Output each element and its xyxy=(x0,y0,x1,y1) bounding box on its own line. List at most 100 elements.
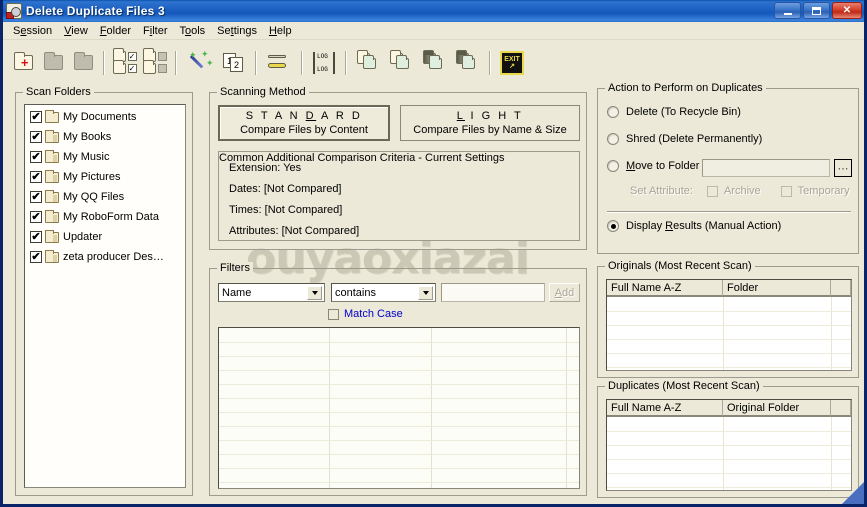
list-item[interactable]: ✔ My Documents xyxy=(25,107,185,127)
duplicates-column-fullname[interactable]: Full Name A-Z xyxy=(607,400,723,417)
checkbox-checked-icon[interactable]: ✔ xyxy=(30,131,42,143)
toolbar-export-duplicates-button[interactable] xyxy=(452,48,483,78)
scanning-method-legend: Scanning Method xyxy=(217,86,309,98)
toolbar-copy-duplicates-button[interactable] xyxy=(386,48,417,78)
menu-view[interactable]: View xyxy=(58,23,94,39)
duplicates-group: Duplicates (Most Recent Scan) Full Name … xyxy=(597,380,859,498)
list-item[interactable]: ✔ My RoboForm Data xyxy=(25,207,185,227)
folder-icon xyxy=(45,249,59,263)
action-option-move[interactable]: Move to Folder xyxy=(607,160,699,172)
toolbar-check-all-button[interactable]: ✓ ✓ xyxy=(111,48,139,78)
folders-uncheck-icon xyxy=(142,48,168,74)
standard-method-subtitle: Compare Files by Content xyxy=(240,124,368,136)
toolbar-uncheck-all-button[interactable] xyxy=(141,48,169,78)
criteria-times: Times: [Not Compared] xyxy=(229,204,343,216)
temporary-label: Temporary xyxy=(797,185,850,197)
checkbox-checked-icon[interactable]: ✔ xyxy=(30,211,42,223)
originals-body[interactable] xyxy=(607,297,851,370)
toolbar-remove-folder-button[interactable] xyxy=(69,48,97,78)
move-folder-input[interactable] xyxy=(702,159,830,177)
match-case-checkbox[interactable] xyxy=(328,308,339,320)
folders-export-icon xyxy=(422,49,447,73)
action-group: Action to Perform on Duplicates Delete (… xyxy=(597,82,859,254)
radio-display-results-icon[interactable] xyxy=(607,220,619,232)
menu-settings-label: Settings xyxy=(217,24,257,37)
standard-method-button[interactable]: S T A N D A R D Compare Files by Content xyxy=(218,105,390,141)
list-item[interactable]: ✔ My Books xyxy=(25,127,185,147)
list-item[interactable]: ✔ My QQ Files xyxy=(25,187,185,207)
checkbox-checked-icon[interactable]: ✔ xyxy=(30,171,42,183)
list-item-label: My Pictures xyxy=(63,171,121,183)
checkbox-checked-icon[interactable]: ✔ xyxy=(30,111,42,123)
resize-grip[interactable] xyxy=(842,482,864,504)
scan-folders-list[interactable]: ✔ My Documents ✔ My Books ✔ My Music ✔ M… xyxy=(24,104,186,488)
folder-icon xyxy=(45,209,59,223)
list-item-label: My QQ Files xyxy=(63,191,125,203)
toolbar-settings-button[interactable] xyxy=(263,48,295,78)
minimize-button[interactable] xyxy=(774,2,801,19)
action-option-delete[interactable]: Delete (To Recycle Bin) xyxy=(607,106,741,118)
duplicates-body[interactable] xyxy=(607,417,851,490)
exit-arrow-icon: ↗ xyxy=(509,62,515,70)
filter-field-select[interactable]: Name xyxy=(218,283,325,302)
temporary-checkbox[interactable] xyxy=(780,185,792,197)
toolbar-add-folder-button[interactable]: + xyxy=(9,48,37,78)
filters-group: Filters Name contains Add Match Case xyxy=(209,262,587,496)
action-option-shred[interactable]: Shred (Delete Permanently) xyxy=(607,133,762,145)
originals-column-fullname[interactable]: Full Name A-Z xyxy=(607,280,723,297)
action-option-display-label: Display Results (Manual Action) xyxy=(626,220,782,232)
list-item[interactable]: ✔ zeta producer Des… xyxy=(25,247,185,267)
originals-legend: Originals (Most Recent Scan) xyxy=(605,260,755,272)
menu-folder[interactable]: Folder xyxy=(94,23,137,39)
match-case-row[interactable]: Match Case xyxy=(328,308,403,320)
maximize-button[interactable] xyxy=(803,2,830,19)
toolbar-export-originals-button[interactable] xyxy=(419,48,450,78)
originals-column-folder[interactable]: Folder xyxy=(723,280,831,297)
duplicates-column-original-folder[interactable]: Original Folder xyxy=(723,400,831,417)
action-option-display[interactable]: Display Results (Manual Action) xyxy=(607,220,781,232)
checkbox-checked-icon[interactable]: ✔ xyxy=(30,151,42,163)
folder-icon xyxy=(45,129,59,143)
toolbar-log-button[interactable]: LOG LOG xyxy=(309,48,339,78)
filter-value-input[interactable] xyxy=(441,283,545,302)
pages-1-2-icon: 12 xyxy=(223,52,245,73)
duplicates-column-extra[interactable] xyxy=(831,400,851,417)
standard-method-title: S T A N D A R D xyxy=(245,110,363,122)
menu-session[interactable]: Session xyxy=(7,23,58,39)
list-item[interactable]: ✔ My Music xyxy=(25,147,185,167)
filter-operator-select[interactable]: contains xyxy=(331,283,436,302)
duplicates-listview[interactable]: Full Name A-Z Original Folder xyxy=(606,399,852,491)
radio-delete-icon[interactable] xyxy=(607,106,619,118)
menu-help[interactable]: Help xyxy=(263,23,298,39)
toolbar-start-scan-button[interactable]: ✦ ✦ ✦ xyxy=(183,48,217,78)
filters-list[interactable] xyxy=(218,327,580,489)
menu-folder-label: Folder xyxy=(99,24,132,37)
list-item[interactable]: ✔ Updater xyxy=(25,227,185,247)
filter-operator-value: contains xyxy=(335,286,376,299)
list-item[interactable]: ✔ My Pictures xyxy=(25,167,185,187)
originals-column-extra[interactable] xyxy=(831,280,851,297)
checkbox-checked-icon[interactable]: ✔ xyxy=(30,251,42,263)
checkbox-checked-icon[interactable]: ✔ xyxy=(30,191,42,203)
menu-filter[interactable]: Filter xyxy=(137,23,173,39)
originals-listview[interactable]: Full Name A-Z Folder xyxy=(606,279,852,371)
browse-folder-button[interactable]: ⋯ xyxy=(834,159,852,177)
radio-shred-icon[interactable] xyxy=(607,133,619,145)
radio-move-icon[interactable] xyxy=(607,160,619,172)
toolbar-edit-folder-button[interactable] xyxy=(39,48,67,78)
archive-checkbox[interactable] xyxy=(706,185,718,197)
chevron-down-icon[interactable] xyxy=(418,286,433,300)
chevron-down-icon[interactable] xyxy=(307,286,322,300)
originals-group: Originals (Most Recent Scan) Full Name A… xyxy=(597,260,859,378)
wrench-screwdriver-icon xyxy=(268,53,290,73)
toolbar-compare-button[interactable]: 12 xyxy=(219,48,249,78)
checkbox-checked-icon[interactable]: ✔ xyxy=(30,231,42,243)
light-method-button[interactable]: L I G H T Compare Files by Name & Size xyxy=(400,105,580,141)
menu-settings[interactable]: Settings xyxy=(211,23,263,39)
toolbar-copy-originals-button[interactable] xyxy=(353,48,384,78)
menu-tools[interactable]: Tools xyxy=(173,23,211,39)
filter-add-button[interactable]: Add xyxy=(549,283,580,302)
toolbar-exit-button[interactable]: EXIT ↗ xyxy=(497,48,527,78)
close-button[interactable]: ✕ xyxy=(832,2,862,19)
menu-view-label: View xyxy=(64,24,88,37)
